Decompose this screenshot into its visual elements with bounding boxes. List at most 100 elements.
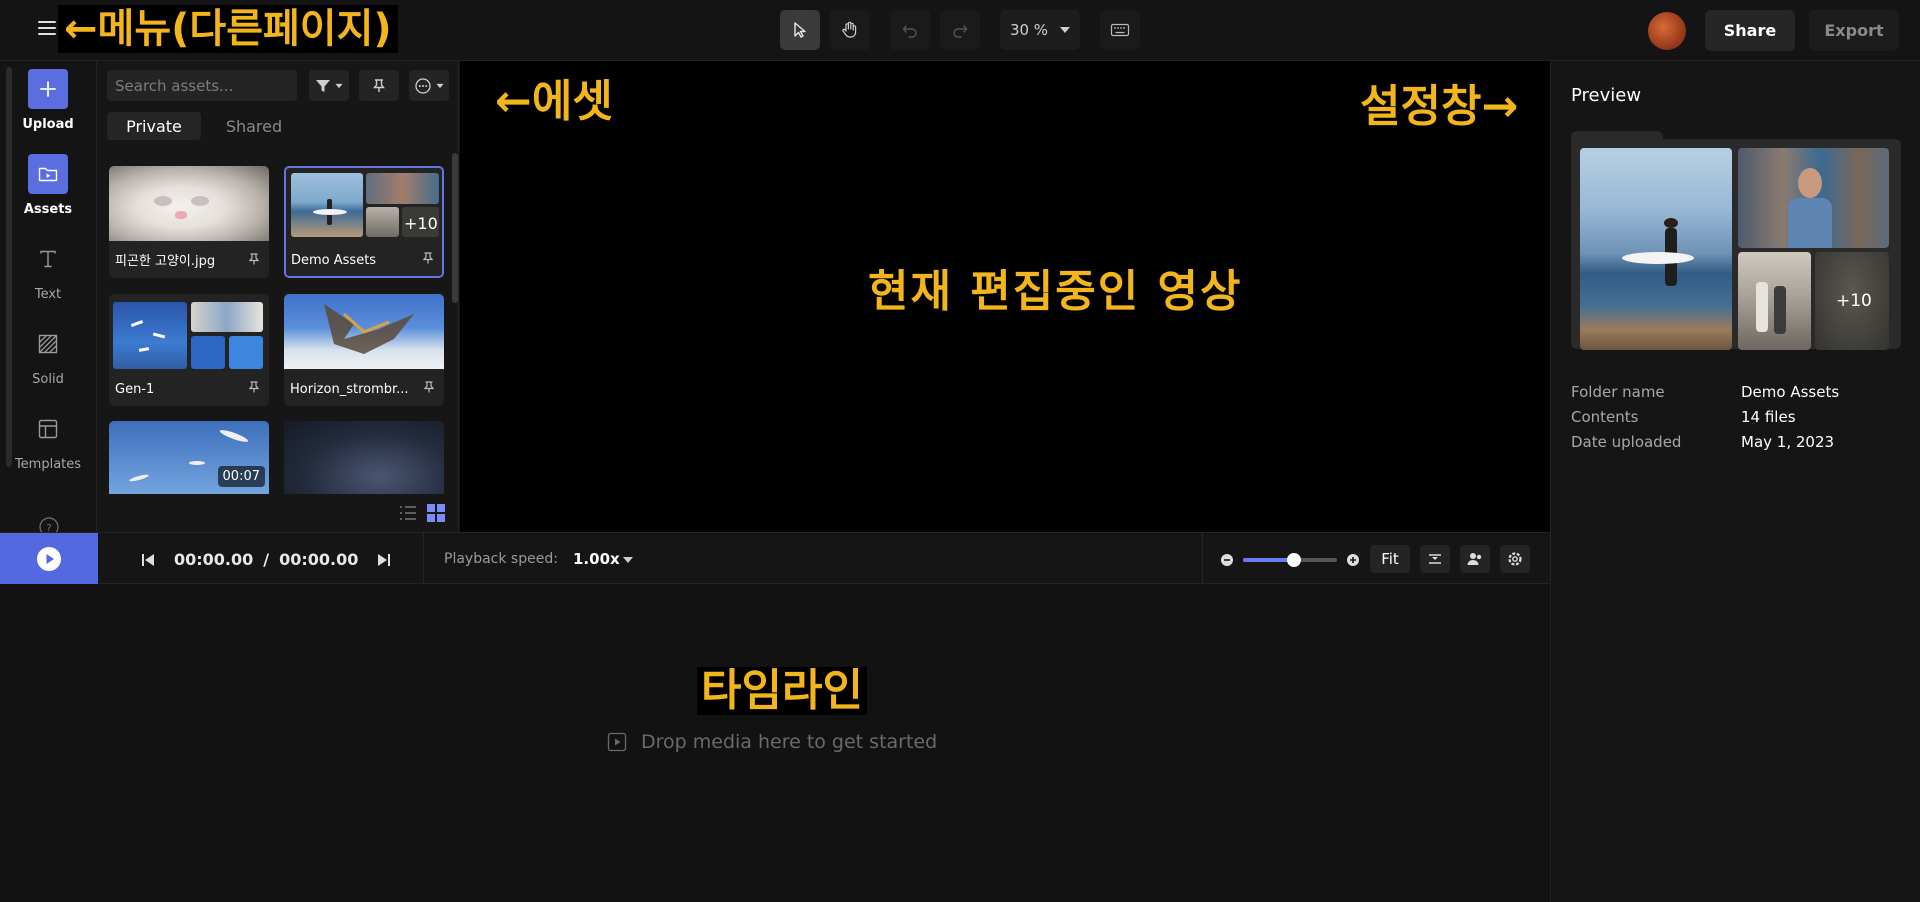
zoom-dropdown[interactable]: 30 % bbox=[1000, 10, 1080, 50]
search-input[interactable] bbox=[107, 70, 297, 101]
video-annotation: 현재 편집중인 영상 bbox=[868, 266, 1243, 317]
asset-grid: 피곤한 고양이.jpg +10 Demo Assets Gen-1 Horizo… bbox=[109, 166, 445, 494]
hand-tool-button[interactable] bbox=[830, 10, 870, 50]
left-sidebar: Upload Assets Text Solid Templates ? bbox=[0, 61, 97, 537]
asset-annotation: ←에셋 bbox=[495, 76, 613, 127]
playback-speed-dropdown[interactable]: 1.00x bbox=[573, 550, 620, 568]
asset-name: Demo Assets bbox=[291, 253, 377, 268]
sidebar-item-templates[interactable]: Templates bbox=[12, 409, 84, 485]
asset-folder-card[interactable]: +10 Demo Assets bbox=[284, 166, 444, 278]
undo-icon bbox=[902, 25, 917, 38]
sidebar-item-solid[interactable]: Solid bbox=[12, 324, 84, 400]
tab-private[interactable]: Private bbox=[107, 112, 201, 140]
timecode: 00:00.00 / 00:00.00 bbox=[140, 550, 392, 569]
sidebar-item-assets[interactable]: Assets bbox=[12, 154, 84, 230]
sidebar-item-upload[interactable]: Upload bbox=[12, 69, 84, 145]
hamburger-menu-icon[interactable] bbox=[38, 21, 56, 37]
tab-shared[interactable]: Shared bbox=[207, 112, 301, 140]
hand-icon bbox=[842, 21, 857, 38]
drop-text: Drop media here to get started bbox=[641, 731, 938, 753]
menu-annotation: ←메뉴(다른페이지) bbox=[58, 5, 398, 53]
asset-folder-card[interactable]: Gen-1 bbox=[109, 294, 269, 406]
select-tool-button[interactable] bbox=[780, 10, 820, 50]
asset-card[interactable]: 00:07 bbox=[109, 421, 269, 494]
fit-button[interactable]: Fit bbox=[1370, 545, 1410, 573]
total-time: 00:00.00 bbox=[279, 550, 359, 569]
zoom-out-icon[interactable] bbox=[1220, 552, 1234, 571]
svg-text:?: ? bbox=[46, 523, 51, 532]
text-icon bbox=[28, 239, 68, 279]
cursor-arrow-icon bbox=[794, 22, 806, 38]
asset-card[interactable] bbox=[284, 421, 444, 494]
meta-value: May 1, 2023 bbox=[1741, 433, 1835, 451]
playback-bar: 00:00.00 / 00:00.00 Playback speed: 1.00… bbox=[0, 532, 1550, 584]
pin-icon[interactable] bbox=[248, 250, 260, 269]
more-count-badge: +10 bbox=[1836, 291, 1872, 311]
meta-key: Contents bbox=[1571, 408, 1639, 426]
current-time: 00:00.00 bbox=[174, 550, 254, 569]
asset-tabs: Private Shared bbox=[107, 112, 307, 140]
divider bbox=[1202, 533, 1203, 584]
app-root: ←메뉴(다른페이지) 30 % Share Export Upload Asse… bbox=[0, 0, 1920, 902]
chevron-down-icon[interactable] bbox=[623, 557, 633, 563]
pin-filter-button[interactable] bbox=[359, 70, 399, 101]
more-options-button[interactable] bbox=[409, 70, 449, 101]
folder-play-icon bbox=[28, 154, 68, 194]
play-icon bbox=[37, 546, 61, 571]
redo-button[interactable] bbox=[940, 10, 980, 50]
asset-grid-scrollbar[interactable] bbox=[452, 153, 458, 303]
people-icon bbox=[1467, 553, 1482, 565]
redo-icon bbox=[953, 25, 968, 38]
list-view-icon[interactable] bbox=[397, 502, 419, 524]
layout-icon bbox=[28, 409, 68, 449]
filter-button[interactable] bbox=[309, 70, 349, 101]
settings-panel: Preview +10 Folder name Demo Assets Cont… bbox=[1550, 61, 1920, 902]
asset-name: 피곤한 고양이.jpg bbox=[115, 254, 216, 269]
timeline-annotation: 타임라인 bbox=[697, 667, 867, 715]
chevron-down-icon bbox=[436, 83, 443, 88]
sidebar-item-label: Upload bbox=[22, 117, 74, 132]
surfer-preview-image bbox=[1580, 148, 1732, 350]
preview-title: Preview bbox=[1571, 85, 1642, 106]
keyboard-shortcuts-button[interactable] bbox=[1100, 10, 1140, 50]
gear-icon bbox=[1508, 552, 1522, 566]
birds-thumbnail bbox=[229, 336, 263, 369]
sidebar-item-text[interactable]: Text bbox=[12, 239, 84, 315]
pin-icon[interactable] bbox=[248, 378, 260, 397]
keyboard-icon bbox=[1110, 23, 1130, 37]
play-button[interactable] bbox=[0, 533, 98, 584]
collaborators-button[interactable] bbox=[1460, 545, 1490, 573]
asset-card[interactable]: Horizon_strombr... bbox=[284, 294, 444, 406]
asset-card[interactable]: 피곤한 고양이.jpg bbox=[109, 166, 269, 278]
meta-key: Date uploaded bbox=[1571, 433, 1682, 451]
zoom-in-icon[interactable] bbox=[1346, 552, 1360, 571]
street-preview-image bbox=[1738, 252, 1811, 350]
more-count-badge: +10 bbox=[404, 214, 438, 233]
skip-forward-icon[interactable] bbox=[376, 552, 392, 568]
settings-annotation: 설정창→ bbox=[1360, 81, 1519, 132]
slider-knob[interactable] bbox=[1286, 553, 1301, 567]
more-icon bbox=[414, 77, 431, 94]
drop-zone-hint: Drop media here to get started bbox=[607, 731, 937, 753]
playback-speed-label: Playback speed: bbox=[444, 551, 558, 567]
hatched-square-icon bbox=[28, 324, 68, 364]
woman-preview-image bbox=[1738, 148, 1889, 248]
surfer-thumbnail bbox=[291, 173, 363, 237]
birds-thumbnail bbox=[191, 336, 225, 369]
sidebar-item-label: Solid bbox=[32, 372, 64, 387]
timeline-settings-button[interactable] bbox=[1500, 545, 1530, 573]
snap-button[interactable] bbox=[1420, 545, 1450, 573]
meta-value: 14 files bbox=[1741, 408, 1796, 426]
asset-name: Horizon_strombr... bbox=[290, 382, 409, 397]
pin-icon[interactable] bbox=[423, 378, 435, 397]
grid-view-icon[interactable] bbox=[425, 502, 447, 524]
user-avatar[interactable] bbox=[1648, 12, 1686, 50]
pin-icon[interactable] bbox=[422, 249, 434, 268]
undo-button[interactable] bbox=[890, 10, 930, 50]
timeline-zoom-slider[interactable] bbox=[1243, 553, 1337, 567]
skip-back-icon[interactable] bbox=[140, 552, 156, 568]
share-button[interactable]: Share bbox=[1705, 10, 1795, 51]
plus-icon bbox=[28, 69, 68, 109]
time-separator: / bbox=[263, 550, 270, 569]
export-button[interactable]: Export bbox=[1809, 10, 1899, 51]
